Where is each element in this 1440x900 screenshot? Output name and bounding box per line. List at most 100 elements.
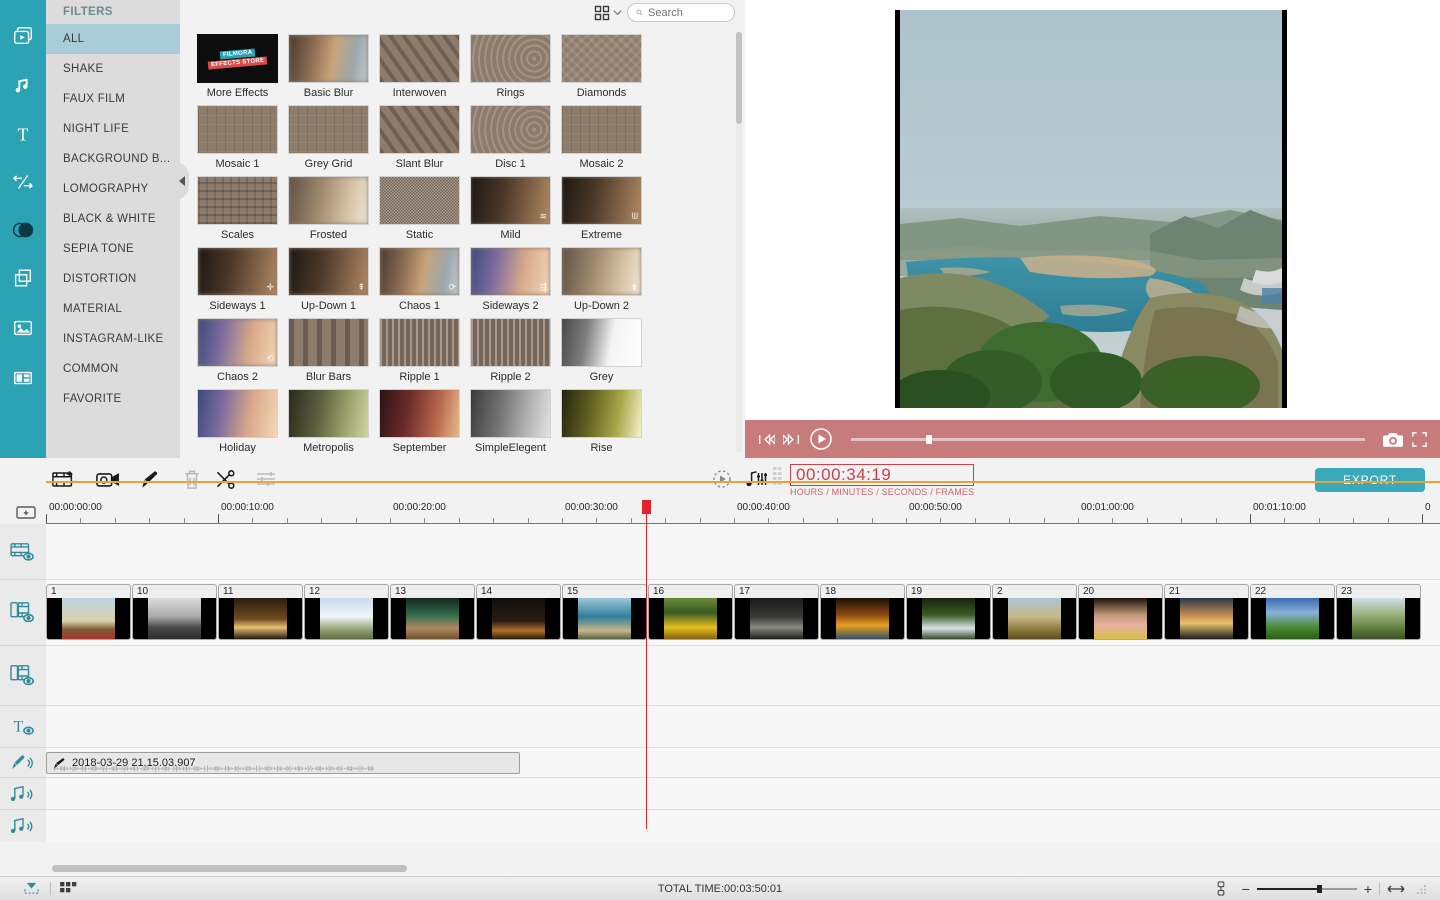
timeline-clip[interactable]: 23 [1336, 584, 1421, 640]
previous-frame-icon[interactable] [757, 432, 775, 447]
grid-view-toggle[interactable] [594, 5, 622, 21]
snapshot-icon[interactable] [1383, 431, 1403, 448]
zoom-in-button[interactable]: + [1364, 881, 1372, 897]
marker-button[interactable] [135, 466, 163, 492]
zoom-slider-knob[interactable] [1316, 884, 1322, 893]
timeline-clip[interactable]: 22 [1250, 584, 1335, 640]
crop-button[interactable] [213, 466, 241, 492]
filter-category-sepia-tone[interactable]: SEPIA TONE [46, 234, 180, 264]
snap-icon[interactable] [1215, 881, 1227, 896]
filter-category-common[interactable]: COMMON [46, 354, 180, 384]
track-header-video-1[interactable] [0, 580, 46, 646]
effect-tile[interactable]: ⟳ Chaos 1 [374, 247, 465, 318]
effect-tile[interactable]: September [374, 389, 465, 458]
delete-button[interactable] [178, 466, 206, 492]
track-header-text[interactable]: T [0, 706, 46, 748]
effect-tile[interactable]: Static [374, 176, 465, 247]
filter-category-background-b[interactable]: BACKGROUND B... [46, 144, 180, 174]
track-header-music-2[interactable] [0, 810, 46, 842]
effects-scrollbar-thumb[interactable] [736, 32, 742, 124]
scrubber-knob[interactable] [925, 434, 932, 444]
filter-category-favorite[interactable]: FAVORITE [46, 384, 180, 414]
fit-timeline-icon[interactable] [1387, 883, 1405, 895]
timeline-clip[interactable]: 16 [648, 584, 733, 640]
add-track-button[interactable] [16, 505, 36, 523]
playhead-handle[interactable] [642, 500, 651, 514]
filters-icon[interactable] [0, 210, 46, 250]
timeline-clip[interactable]: 18 [820, 584, 905, 640]
timeline-clip[interactable]: 17 [734, 584, 819, 640]
filter-category-shake[interactable]: SHAKE [46, 54, 180, 84]
fullscreen-icon[interactable] [1411, 431, 1428, 448]
filter-category-material[interactable]: MATERIAL [46, 294, 180, 324]
effect-tile[interactable]: Rise [556, 389, 647, 458]
effect-tile[interactable]: ⇶ Sideways 2 [465, 247, 556, 318]
track-header-pip[interactable] [0, 524, 46, 580]
lane-voiceover[interactable]: 2018-03-29 21.15.03.907 [46, 748, 1440, 778]
filter-category-lomography[interactable]: LOMOGRAPHY [46, 174, 180, 204]
track-header-music-1[interactable] [0, 778, 46, 810]
filter-category-night-life[interactable]: NIGHT LIFE [46, 114, 180, 144]
effect-tile[interactable]: Grey Grid [283, 105, 374, 176]
effect-tile[interactable]: ᗯ Extreme [556, 176, 647, 247]
audio-clip[interactable]: 2018-03-29 21.15.03.907 [46, 752, 520, 774]
play-button[interactable] [809, 427, 833, 451]
media-library-icon[interactable] [0, 16, 46, 56]
effect-tile[interactable]: Mosaic 1 [192, 105, 283, 176]
elements-icon[interactable] [0, 308, 46, 348]
effect-tile[interactable]: Holiday [192, 389, 283, 458]
effect-tile[interactable]: ⟲ Chaos 2 [192, 318, 283, 389]
split-screen-icon[interactable] [0, 358, 46, 398]
timeline-clip[interactable]: 20 [1078, 584, 1163, 640]
effect-tile[interactable]: Basic Blur [283, 34, 374, 105]
effect-tile[interactable]: Blur Bars [283, 318, 374, 389]
effect-tile[interactable]: ⇟ Up-Down 2 [556, 247, 647, 318]
transition-icon[interactable] [0, 162, 46, 202]
effect-tile[interactable]: Interwoven [374, 34, 465, 105]
effect-tile[interactable]: Mosaic 2 [556, 105, 647, 176]
timeline-clip[interactable]: 12 [304, 584, 389, 640]
effect-tile[interactable]: Scales [192, 176, 283, 247]
effect-tile[interactable]: Frosted [283, 176, 374, 247]
timeline-clip[interactable]: 10 [132, 584, 217, 640]
effects-store-tile[interactable]: FILMORA EFFECTS STORE More Effects [192, 34, 283, 105]
adjust-button[interactable] [252, 466, 280, 492]
filter-category-instagram-like[interactable]: INSTAGRAM-LIKE [46, 324, 180, 354]
timeline-ruler[interactable]: 00:00:00:00 00:00:10:00 00:00:20:00 00:00:3… [46, 500, 1440, 524]
audio-mix-button[interactable] [742, 466, 770, 492]
overlay-icon[interactable] [0, 258, 46, 298]
effect-tile[interactable]: Ripple 1 [374, 318, 465, 389]
effect-tile[interactable]: ⇞ Up-Down 1 [283, 247, 374, 318]
filter-category-all[interactable]: ALL [46, 24, 180, 54]
timeline-clip[interactable]: 15 [562, 584, 647, 640]
timeline-clip[interactable]: 13 [390, 584, 475, 640]
lane-music-1[interactable] [46, 778, 1440, 810]
track-header-voiceover[interactable] [0, 748, 46, 778]
effect-tile[interactable]: Ripple 2 [465, 318, 556, 389]
effect-tile[interactable]: Slant Blur [374, 105, 465, 176]
next-frame-icon[interactable] [783, 432, 801, 447]
playhead[interactable] [642, 500, 651, 829]
track-header-video-2[interactable] [0, 646, 46, 706]
speed-button[interactable] [708, 466, 736, 492]
effect-tile[interactable]: Rings [465, 34, 556, 105]
lane-video-2[interactable] [46, 646, 1440, 706]
lane-video-1[interactable]: 1 10 11 12 13 14 15 16 17 18 19 2 20 21 22 23 [46, 580, 1440, 646]
timeline-clip[interactable]: 11 [218, 584, 303, 640]
effect-tile[interactable]: Disc 1 [465, 105, 556, 176]
resize-grip-icon[interactable] [1416, 883, 1428, 895]
export-button[interactable]: EXPORT [1315, 468, 1425, 492]
music-icon[interactable] [0, 66, 46, 106]
zoom-out-button[interactable]: − [1242, 881, 1250, 897]
record-button[interactable] [94, 466, 122, 492]
effect-tile[interactable]: Metropolis [283, 389, 374, 458]
effect-tile[interactable]: Diamonds [556, 34, 647, 105]
timeline-clip[interactable]: 19 [906, 584, 991, 640]
effect-tile[interactable]: ≋ Mild [465, 176, 556, 247]
timeline-clip[interactable]: 2 [992, 584, 1077, 640]
add-media-button[interactable] [50, 466, 78, 492]
text-icon[interactable]: T [0, 114, 46, 154]
zoom-slider[interactable] [1256, 884, 1357, 893]
lane-text[interactable] [46, 706, 1440, 748]
lane-music-2[interactable] [46, 810, 1440, 842]
